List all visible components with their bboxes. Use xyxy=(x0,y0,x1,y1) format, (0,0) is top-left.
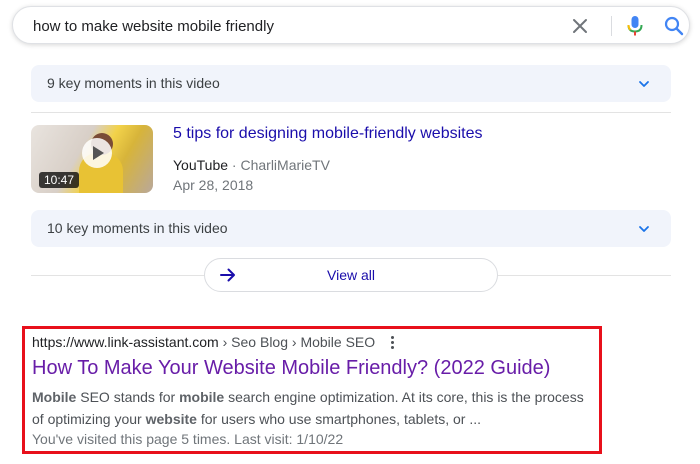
search-bar xyxy=(12,6,690,44)
separator-dot: · xyxy=(231,157,237,173)
key-moments-expander[interactable]: 9 key moments in this video xyxy=(31,65,671,102)
close-icon[interactable] xyxy=(569,15,591,37)
key-moments-expander[interactable]: 10 key moments in this video xyxy=(31,210,671,247)
video-channel: CharliMarieTV xyxy=(240,157,330,173)
video-title-link[interactable]: 5 tips for designing mobile-friendly web… xyxy=(173,125,482,143)
video-platform: YouTube xyxy=(173,157,229,173)
snippet-text: for users who use smartphones, tablets, … xyxy=(196,411,481,427)
video-date: Apr 28, 2018 xyxy=(173,177,254,193)
snippet-bold: Mobile xyxy=(32,389,77,405)
result-snippet: Mobile SEO stands for mobile search engi… xyxy=(32,386,597,430)
microphone-icon[interactable] xyxy=(625,14,645,38)
video-duration: 10:47 xyxy=(39,172,80,188)
view-all-button[interactable]: View all xyxy=(204,258,498,292)
search-icon[interactable] xyxy=(663,15,685,37)
search-input[interactable] xyxy=(33,14,553,38)
play-icon[interactable] xyxy=(82,138,112,168)
more-vert-icon[interactable] xyxy=(388,335,396,351)
snippet-bold: website xyxy=(145,411,197,427)
result-title-link[interactable]: How To Make Your Website Mobile Friendly… xyxy=(32,357,550,380)
chevron-down-icon xyxy=(639,226,649,232)
section-divider xyxy=(31,112,671,113)
search-results-page: 9 key moments in this video 10:47 5 tips… xyxy=(0,0,700,464)
chevron-down-icon xyxy=(639,81,649,87)
view-all-divider-right xyxy=(498,275,671,276)
snippet-text: SEO stands for xyxy=(76,389,180,405)
search-bar-divider xyxy=(611,16,612,36)
view-all-label: View all xyxy=(327,267,375,283)
result-breadcrumb: › Seo Blog › Mobile SEO xyxy=(218,334,376,350)
visited-info: You've visited this page 5 times. Last v… xyxy=(32,431,344,447)
snippet-bold: mobile xyxy=(179,389,225,405)
result-url[interactable]: https://www.link-assistant.com › Seo Blo… xyxy=(32,334,375,350)
video-thumbnail[interactable]: 10:47 xyxy=(31,125,153,193)
video-source: YouTube · CharliMarieTV xyxy=(173,157,330,173)
key-moments-label: 10 key moments in this video xyxy=(47,220,228,236)
key-moments-label: 9 key moments in this video xyxy=(47,75,220,91)
view-all-divider-left xyxy=(31,275,204,276)
result-domain: https://www.link-assistant.com xyxy=(32,334,219,350)
